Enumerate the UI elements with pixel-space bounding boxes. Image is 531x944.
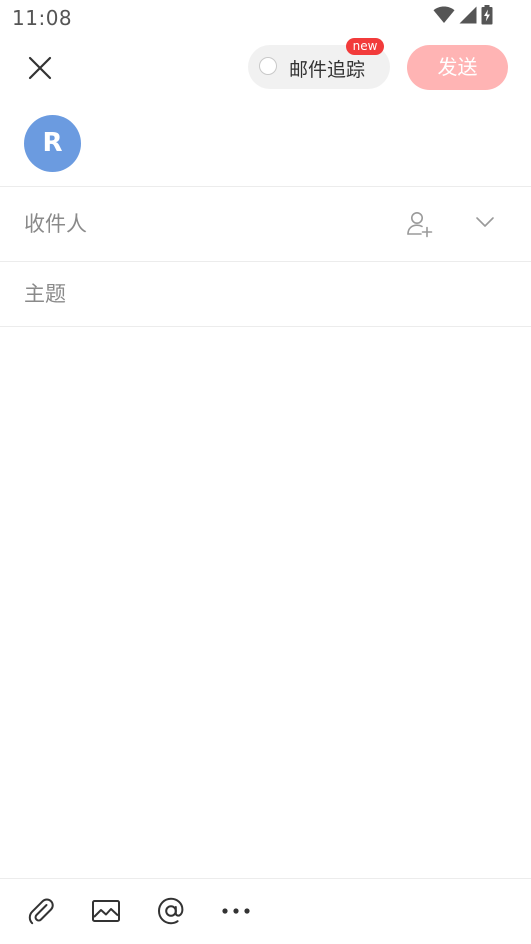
insert-image-button[interactable] [88,893,124,929]
battery-charging-icon [481,5,493,29]
chevron-down-icon [476,217,494,227]
status-icons [433,5,493,29]
subject-input[interactable] [24,276,504,312]
mention-button[interactable] [153,893,189,929]
attachment-button[interactable] [23,893,59,929]
close-icon [28,56,52,80]
recipients-field[interactable]: 收件人 [0,187,531,260]
compose-top-bar: 邮件追踪 发送 [0,36,531,100]
more-options-button[interactable] [218,893,254,929]
image-icon [92,900,120,922]
add-contact-button[interactable] [402,207,436,241]
more-icon [222,908,250,914]
compose-mail-screen: 11:08 邮件追踪 发送 new R 收件人 主题 [0,0,531,944]
tracking-label: 邮件追踪 [289,59,366,81]
status-time: 11:08 [12,6,73,30]
mail-body-editor[interactable] [0,327,531,877]
recipients-label: 收件人 [24,212,87,236]
tracking-radio[interactable] [259,57,277,75]
subject-row [0,262,531,326]
add-contact-icon [407,212,433,238]
status-bar: 11:08 [0,0,531,36]
expand-recipients-button[interactable] [470,207,500,237]
mention-icon [157,897,184,925]
cellular-signal-icon [459,6,477,28]
sender-avatar[interactable]: R [24,115,81,172]
send-button[interactable]: 发送 [407,45,508,90]
close-button[interactable] [20,48,60,88]
attachment-icon [28,898,54,925]
bottom-toolbar [0,878,531,944]
wifi-icon [433,6,455,28]
new-badge: new [346,38,384,55]
